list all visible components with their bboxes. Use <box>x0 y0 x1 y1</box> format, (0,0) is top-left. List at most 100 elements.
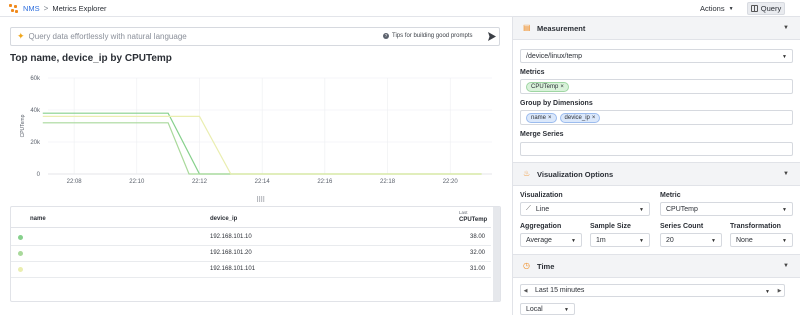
measurement-section-header[interactable]: ▤ Measurement ▼ <box>513 16 800 40</box>
x-tick-label: 22:12 <box>192 179 208 185</box>
metrics-input[interactable]: CPUTemp × <box>520 79 793 94</box>
send-icon[interactable] <box>487 31 497 42</box>
database-icon: ▤ <box>523 23 531 32</box>
table-scrollbar[interactable] <box>493 207 500 301</box>
series-color-swatch <box>18 267 23 272</box>
previous-range-icon[interactable]: ◀ <box>521 285 530 297</box>
y-tick-label: 40k <box>30 108 41 114</box>
remove-tag-icon[interactable]: × <box>592 115 596 121</box>
x-tick-label: 22:20 <box>443 179 459 185</box>
table-row[interactable]: 192.168.101.101 31.00 <box>11 261 491 278</box>
chart-svg: 60k 40k 20k 0 22:08 22:10 22:12 22:14 22:16 22:18… <box>20 76 492 185</box>
time-range-value: Last 15 minutes <box>535 287 585 294</box>
y-axis-label: CPUTemp <box>20 114 26 137</box>
series-color-swatch <box>18 235 23 240</box>
chevron-down-icon: ▼ <box>782 54 787 60</box>
metric-select[interactable]: CPUTemp ▼ <box>660 202 793 216</box>
resize-handle[interactable]: ⠿⠿ <box>256 196 265 204</box>
tips-label: Tips for building good prompts <box>392 33 473 39</box>
chart-title: Top name, device_ip by CPUTemp <box>10 53 172 64</box>
time-range-select[interactable]: ◀ Last 15 minutes ▼ ▶ <box>520 284 785 297</box>
aggregation-value: Average <box>526 236 552 244</box>
metric-tag: CPUTemp × <box>526 81 569 92</box>
time-section-header[interactable]: ◷ Time ▼ <box>513 254 800 278</box>
visualization-title: Visualization Options <box>537 169 614 179</box>
search-input[interactable] <box>28 32 329 41</box>
line-chart-icon: ⟋ <box>526 205 531 212</box>
sample-size-label: Sample Size <box>590 223 631 230</box>
group-by-input[interactable]: name × device_ip × <box>520 110 793 125</box>
metric-tag-label: CPUTemp <box>531 83 559 90</box>
chevron-down-icon: ▼ <box>564 307 569 313</box>
query-label: Query <box>760 4 782 13</box>
flame-icon: ♨ <box>523 169 531 178</box>
column-header-device-ip[interactable]: device_ip <box>210 216 237 222</box>
next-range-icon[interactable]: ▶ <box>775 285 784 297</box>
sparkle-icon: ✦ <box>17 31 25 41</box>
natural-language-search: ✦ ? Tips for building good prompts <box>10 27 500 46</box>
chevron-down-icon: ▼ <box>571 238 576 244</box>
actions-label: Actions <box>700 4 725 13</box>
visualization-label: Visualization <box>520 192 563 199</box>
transformation-label: Transformation <box>730 223 781 230</box>
table-row[interactable]: 192.168.101.20 32.00 <box>11 245 491 262</box>
remove-tag-icon[interactable]: × <box>548 115 552 121</box>
group-tag-label: name <box>531 114 547 121</box>
transformation-value: None <box>736 236 753 244</box>
transformation-select[interactable]: None ▼ <box>730 233 793 247</box>
x-tick-label: 22:14 <box>255 179 271 185</box>
table-header: name device_ip Last CPUTemp <box>11 207 491 228</box>
y-tick-label: 0 <box>37 172 41 178</box>
cell-cputemp: 38.00 <box>470 234 486 240</box>
top-bar: NMS > Metrics Explorer Actions ▼ Query <box>0 0 800 17</box>
sample-size-select[interactable]: 1m ▼ <box>590 233 650 247</box>
metrics-label: Metrics <box>520 69 545 76</box>
breadcrumb-nms-link[interactable]: NMS <box>23 4 40 13</box>
x-tick-label: 22:18 <box>380 179 396 185</box>
chevron-down-icon: ▼ <box>783 25 789 31</box>
metric-label: Metric <box>660 192 681 199</box>
chevron-down-icon: ▼ <box>639 238 644 244</box>
cell-device-ip: 192.168.101.10 <box>210 234 252 240</box>
group-tag-device-ip: device_ip × <box>559 112 601 123</box>
query-button[interactable]: Query <box>747 2 785 15</box>
series-table: name device_ip Last CPUTemp 192.168.101.… <box>10 206 501 302</box>
cell-cputemp: 32.00 <box>470 250 486 256</box>
group-tag-name: name × <box>526 112 557 123</box>
timezone-value: Local <box>526 305 543 313</box>
series-count-label: Series Count <box>660 223 704 230</box>
measurement-value: /device/linux/temp <box>526 52 583 60</box>
actions-dropdown[interactable]: Actions ▼ <box>700 3 734 14</box>
table-row[interactable]: 192.168.101.10 38.00 <box>11 229 491 246</box>
page-title: Metrics Explorer <box>52 3 107 13</box>
y-tick-label: 60k <box>30 76 41 82</box>
metric-value: CPUTemp <box>666 205 698 213</box>
visualization-section-header[interactable]: ♨ Visualization Options ▼ <box>513 162 800 186</box>
y-tick-label: 20k <box>30 140 41 146</box>
remove-tag-icon[interactable]: × <box>560 84 564 90</box>
query-panel: ▤ Measurement ▼ /device/linux/temp ▼ Met… <box>512 16 800 315</box>
time-title: Time <box>537 261 555 271</box>
column-header-cputemp[interactable]: CPUTemp <box>459 217 487 223</box>
visualization-select[interactable]: ⟋ Line ▼ <box>520 202 650 216</box>
chevron-down-icon: ▼ <box>765 289 770 295</box>
timezone-select[interactable]: Local ▼ <box>520 303 575 315</box>
aggregation-label: Aggregation <box>520 223 562 230</box>
measurement-title: Measurement <box>537 23 586 33</box>
column-header-name[interactable]: name <box>30 216 46 222</box>
chevron-down-icon: ▼ <box>783 171 789 177</box>
aggregation-select[interactable]: Average ▼ <box>520 233 582 247</box>
chevron-down-icon: ▼ <box>782 207 787 213</box>
cell-cputemp: 31.00 <box>470 266 486 272</box>
chevron-down-icon: ▼ <box>728 5 734 12</box>
chevron-down-icon: ▼ <box>783 263 789 269</box>
measurement-select[interactable]: /device/linux/temp ▼ <box>520 49 793 63</box>
nms-logo-icon <box>9 3 18 13</box>
merge-series-input[interactable] <box>520 142 793 156</box>
chevron-down-icon: ▼ <box>711 238 716 244</box>
series-count-select[interactable]: 20 ▼ <box>660 233 722 247</box>
chevron-down-icon: ▼ <box>782 238 787 244</box>
cell-device-ip: 192.168.101.101 <box>210 266 256 272</box>
cell-device-ip: 192.168.101.20 <box>210 250 252 256</box>
tips-link[interactable]: ? Tips for building good prompts <box>383 33 473 39</box>
